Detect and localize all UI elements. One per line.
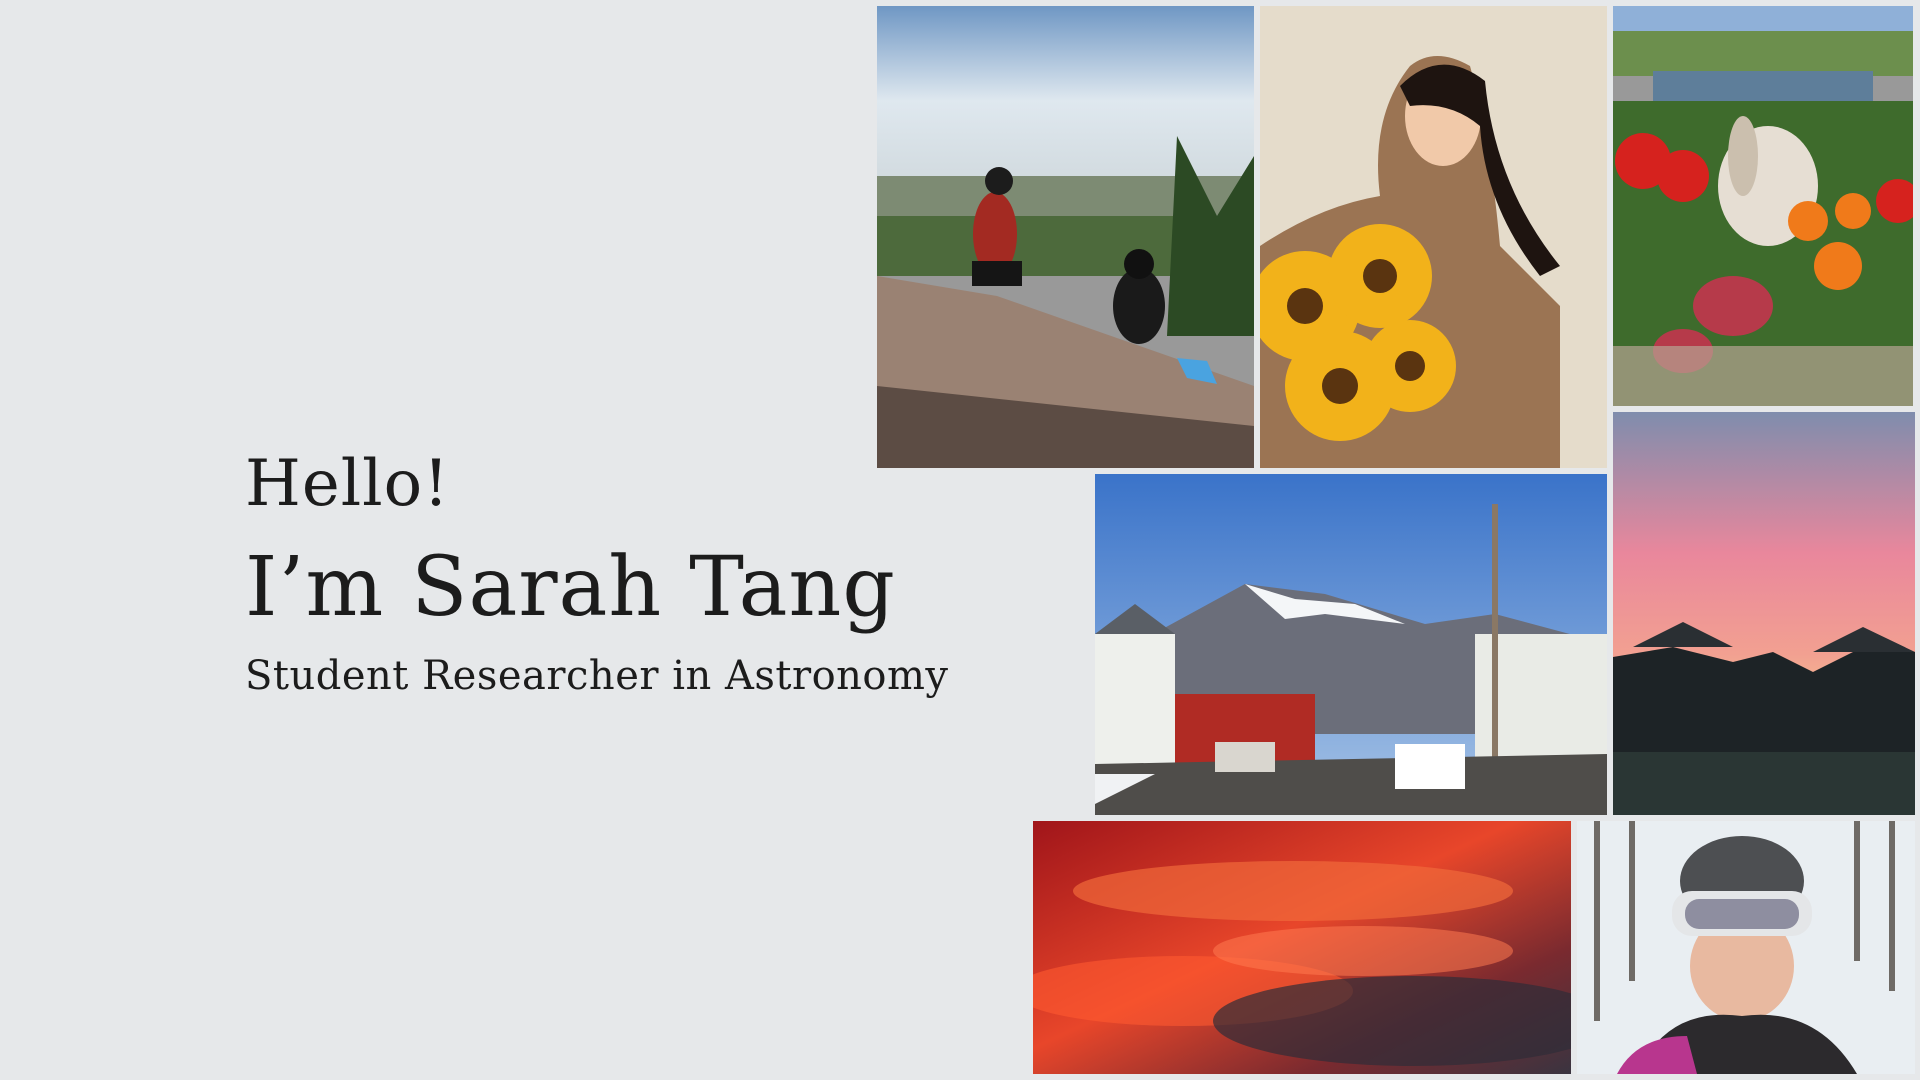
landing-page: Hello! I’m Sarah Tang Student Researcher…: [0, 0, 1920, 1080]
sunset-image: [1613, 412, 1915, 815]
photo-ski: [1577, 821, 1915, 1074]
role-subtitle: Student Researcher in Astronomy: [245, 653, 949, 699]
ski-image: [1577, 821, 1915, 1074]
town-image: [1095, 474, 1607, 815]
photo-town: [1095, 474, 1607, 815]
intro-block: Hello! I’m Sarah Tang Student Researcher…: [245, 448, 949, 700]
greeting-heading: Hello!: [245, 447, 450, 521]
hike-image: [877, 6, 1254, 468]
photo-sunset: [1613, 412, 1915, 815]
photo-clouds: [1033, 821, 1571, 1074]
name-heading: I’m Sarah Tang: [245, 540, 896, 635]
clouds-image: [1033, 821, 1571, 1074]
bunny-image: [1613, 6, 1913, 406]
photo-bunny: [1613, 6, 1913, 406]
sunflower-image: [1260, 6, 1607, 468]
photo-hike: [877, 6, 1254, 468]
photo-sunflower: [1260, 6, 1607, 468]
